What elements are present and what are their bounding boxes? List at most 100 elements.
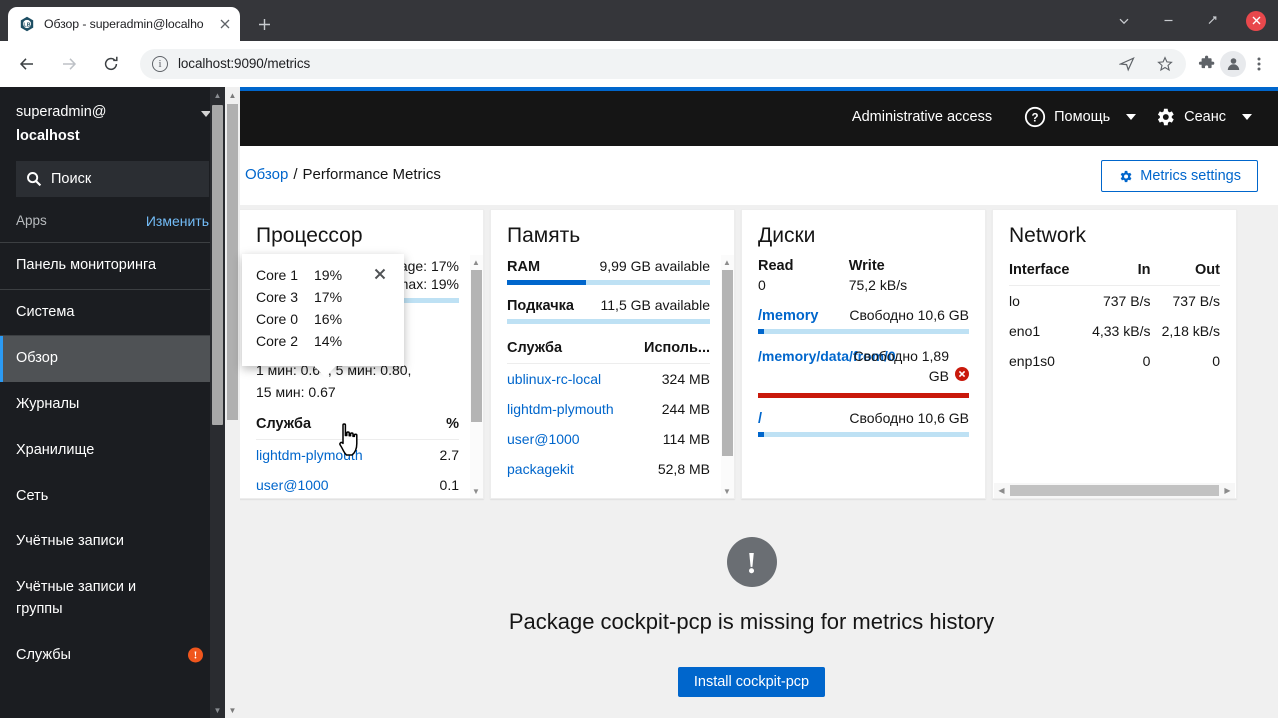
sidebar-item-logs[interactable]: Журналы <box>0 382 225 428</box>
service-link[interactable]: lightdm-plymouth <box>507 401 614 417</box>
browser-toolbar: i localhost:9090/metrics <box>0 41 1278 87</box>
breadcrumb-separator: / <box>293 166 298 183</box>
reload-icon[interactable] <box>94 47 128 81</box>
close-icon[interactable] <box>1234 4 1278 38</box>
scrollbar-thumb[interactable] <box>1010 485 1219 496</box>
sidebar-item-overview[interactable]: Обзор <box>0 336 225 383</box>
mount-path-link[interactable]: /memory <box>758 308 818 324</box>
apps-edit-link[interactable]: Изменить <box>146 213 209 229</box>
service-value: 324 MB <box>661 371 710 387</box>
metrics-history-empty-state: ! Package cockpit-pcp is missing for met… <box>225 499 1278 697</box>
network-card-hscrollbar[interactable]: ◀ ▶ <box>994 483 1235 498</box>
scroll-up-icon[interactable]: ▲ <box>210 87 225 103</box>
star-icon[interactable] <box>1152 51 1178 77</box>
table-row: lo 737 B/s 737 B/s <box>1009 286 1220 317</box>
cpu-card-scrollbar[interactable]: ▲ ▼ <box>469 255 483 498</box>
mount-path-link[interactable]: / <box>758 411 762 427</box>
table-row: eno1 4,33 kB/s 2,18 kB/s <box>1009 316 1220 346</box>
service-link[interactable]: user@1000 <box>507 431 580 447</box>
scrollbar-thumb[interactable] <box>471 270 482 422</box>
close-icon[interactable] <box>374 267 390 283</box>
chevron-down-icon <box>1242 113 1252 120</box>
sidebar-item-storage[interactable]: Хранилище <box>0 428 225 474</box>
forward-arrow-icon[interactable] <box>52 47 86 81</box>
session-menu[interactable]: Сеанс <box>1142 106 1258 128</box>
install-cockpit-pcp-button[interactable]: Install cockpit-pcp <box>677 667 826 697</box>
service-link[interactable]: packagekit <box>507 461 574 477</box>
core-name: Core 2 <box>256 333 299 349</box>
interface-out: 0 <box>1212 353 1220 369</box>
close-icon[interactable] <box>216 15 234 33</box>
sidebar-item-accounts-groups[interactable]: Учётные записи и группы <box>0 565 195 633</box>
service-link[interactable]: user@1000 <box>256 477 329 493</box>
search-placeholder: Поиск <box>51 170 92 187</box>
minimize-icon[interactable] <box>1146 4 1190 38</box>
disk-read-label: Read <box>758 258 794 274</box>
maximize-icon[interactable] <box>1190 4 1234 38</box>
scrollbar-thumb[interactable] <box>722 270 733 456</box>
host-switcher[interactable]: superadmin@ localhost <box>0 87 225 161</box>
scrollbar-thumb[interactable] <box>227 104 238 420</box>
sidebar-item-accounts[interactable]: Учётные записи <box>0 519 225 565</box>
service-value: 114 MB <box>662 431 710 447</box>
scroll-down-icon[interactable]: ▼ <box>720 484 734 498</box>
sidebar-item-network[interactable]: Сеть <box>0 474 225 520</box>
sidebar-item-services[interactable]: Службы ! <box>0 633 225 679</box>
sidebar-item-label: Сеть <box>16 487 49 504</box>
search-input[interactable]: Поиск <box>16 160 209 197</box>
ram-label: RAM <box>507 259 541 275</box>
breadcrumb-parent-link[interactable]: Обзор <box>245 166 288 183</box>
core-percent: 17% <box>314 289 343 305</box>
new-tab-button[interactable] <box>250 10 278 38</box>
scrollbar-thumb[interactable] <box>212 105 223 425</box>
scroll-down-icon[interactable]: ▼ <box>210 702 225 718</box>
main-area: Administrative access ? Помощь Сеанс Обз… <box>225 87 1278 718</box>
scroll-down-icon[interactable]: ▼ <box>469 484 483 498</box>
breadcrumb: Обзор / Performance Metrics <box>245 160 441 183</box>
puzzle-piece-icon[interactable] <box>1194 51 1220 77</box>
administrative-access-button[interactable]: Administrative access <box>852 109 992 125</box>
host-user: superadmin@ <box>16 104 107 120</box>
browser-window: LB Обзор - superadmin@localho i localhos… <box>0 0 1278 718</box>
table-header-row: Служба % <box>256 412 459 440</box>
service-link[interactable]: lightdm-plymouth <box>256 447 363 463</box>
help-menu[interactable]: ? Помощь <box>1012 106 1142 128</box>
service-link[interactable]: ublinux-rc-local <box>507 371 601 387</box>
scroll-up-icon[interactable]: ▲ <box>225 87 240 103</box>
chevron-down-icon[interactable] <box>1102 4 1146 38</box>
sidebar-item-system[interactable]: Система <box>0 290 225 337</box>
table-row: user@1000 0.1 <box>256 470 459 498</box>
scroll-right-icon[interactable]: ▶ <box>1220 483 1235 498</box>
service-value: 2.7 <box>439 447 459 463</box>
table-row: packagekit 52,8 MB <box>507 454 710 484</box>
share-icon[interactable] <box>1114 51 1140 77</box>
gear-icon <box>1158 108 1174 125</box>
metrics-settings-button[interactable]: Metrics settings <box>1101 160 1258 192</box>
back-arrow-icon[interactable] <box>10 47 44 81</box>
address-bar[interactable]: i localhost:9090/metrics <box>140 48 1186 79</box>
account-avatar-icon[interactable] <box>1220 50 1246 77</box>
page-scrollbar[interactable]: ▲ ▼ <box>225 87 240 718</box>
column-header-used: Исполь... <box>632 336 710 364</box>
mount-free-label: Свободно 1,89 GB <box>853 348 950 385</box>
browser-tab[interactable]: LB Обзор - superadmin@localho <box>8 7 240 41</box>
core-name: Core 3 <box>256 289 299 305</box>
kebab-menu-icon[interactable] <box>1246 51 1272 77</box>
column-header-percent: % <box>427 412 459 440</box>
swap-value: 11,5 GB available <box>600 297 710 313</box>
scroll-down-icon[interactable]: ▼ <box>225 702 240 718</box>
mount-path-link[interactable]: /memory/data/from/0 <box>758 346 896 366</box>
swap-usage-bar <box>507 319 710 324</box>
sidebar-item-label: Панель мониторинга <box>16 256 157 273</box>
scroll-up-icon[interactable]: ▲ <box>469 255 483 269</box>
sidebar-item-label: Службы <box>16 646 71 663</box>
window-controls <box>1102 0 1278 41</box>
memory-card-scrollbar[interactable]: ▲ ▼ <box>720 255 734 498</box>
scroll-left-icon[interactable]: ◀ <box>994 483 1009 498</box>
scroll-up-icon[interactable]: ▲ <box>720 255 734 269</box>
disk-read-value: 0 <box>758 277 766 293</box>
sidebar-item-dashboard[interactable]: Панель мониторинга <box>0 243 225 290</box>
sidebar-scrollbar[interactable]: ▲ ▼ <box>210 87 225 718</box>
sidebar-item-label: Система <box>16 303 75 320</box>
site-info-icon[interactable]: i <box>152 55 168 72</box>
